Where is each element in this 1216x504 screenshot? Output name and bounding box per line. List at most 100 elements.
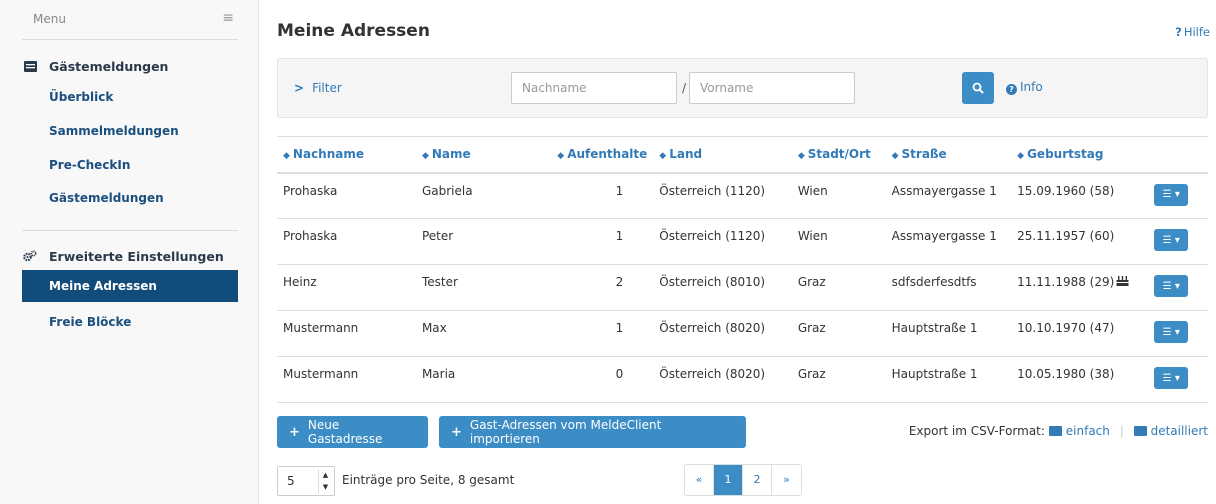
help-label: Hilfe bbox=[1183, 25, 1210, 39]
cell-actions: ☰ ▾ bbox=[1148, 172, 1208, 219]
pagination-page-1[interactable]: 1 bbox=[714, 465, 743, 495]
plus-icon: + bbox=[289, 424, 300, 440]
export-label: Export im CSV-Format: bbox=[908, 424, 1045, 438]
csv-export: Export im CSV-Format: einfach | detailli… bbox=[909, 424, 1208, 438]
sidebar-item-sammelmeldungen[interactable]: Sammelmeldungen bbox=[22, 115, 238, 147]
addresses-table: ◆ Nachname ◆ Name ◆ Aufenthalte ◆ Land ◆ Stad… bbox=[277, 136, 1208, 403]
cell-geburtstag: 10.05.1980 (38) bbox=[1011, 356, 1149, 403]
plus-icon: + bbox=[451, 424, 462, 440]
sidebar-item-pre-checkin[interactable]: Pre-CheckIn bbox=[22, 149, 238, 181]
sidebar-divider bbox=[22, 230, 238, 231]
cell-stadt: Graz bbox=[791, 264, 886, 311]
sidebar-item-meine-adressen[interactable]: Meine Adressen bbox=[22, 270, 238, 302]
column-header-actions bbox=[1148, 136, 1208, 174]
cell-geburtstag: 11.11.1988 (29) bbox=[1011, 264, 1149, 311]
cell-aufenthalte: 2 bbox=[551, 264, 654, 311]
cell-land: Österreich (8010) bbox=[653, 264, 792, 311]
table-row: Prohaska Peter 1 Österreich (1120) Wien … bbox=[277, 218, 1208, 265]
pagination-page-2[interactable]: 2 bbox=[743, 465, 772, 495]
lastname-input[interactable] bbox=[511, 72, 677, 104]
cell-land: Österreich (8020) bbox=[653, 356, 792, 403]
import-button[interactable]: + Gast-Adressen vom MeldeClient importier… bbox=[439, 416, 746, 448]
column-header-geburtstag[interactable]: ◆ Geburtstag bbox=[1011, 136, 1149, 174]
cell-nachname: Mustermann bbox=[277, 310, 416, 357]
cell-actions: ☰ ▾ bbox=[1148, 356, 1208, 403]
sidebar-item-gaestemeldungen[interactable]: Gästemeldungen bbox=[22, 182, 238, 214]
import-label: Gast-Adressen vom MeldeClient importiere… bbox=[469, 418, 662, 446]
cell-nachname: Heinz bbox=[277, 264, 416, 311]
cell-name: Gabriela bbox=[415, 172, 552, 219]
row-menu-button[interactable]: ☰ ▾ bbox=[1154, 367, 1189, 389]
cell-nachname: Mustermann bbox=[277, 356, 416, 403]
cell-actions: ☰ ▾ bbox=[1148, 310, 1208, 357]
cell-strasse: Hauptstraße 1 bbox=[885, 310, 1012, 357]
per-page-text: Einträge pro Seite, 8 gesamt bbox=[342, 473, 515, 487]
table-row: Prohaska Gabriela 1 Österreich (1120) Wi… bbox=[277, 172, 1208, 219]
row-menu-button[interactable]: ☰ ▾ bbox=[1154, 229, 1189, 251]
new-address-button[interactable]: + Neue Gastadresse bbox=[277, 416, 428, 448]
filter-bar: > Filter / ?Info bbox=[277, 58, 1208, 118]
folder-icon bbox=[1048, 426, 1062, 436]
firstname-input[interactable] bbox=[689, 72, 855, 104]
export-detailed-link[interactable]: detailliert bbox=[1133, 424, 1208, 438]
cell-strasse: Hauptstraße 1 bbox=[885, 356, 1012, 403]
search-button[interactable] bbox=[962, 72, 994, 104]
cell-land: Österreich (8020) bbox=[653, 310, 792, 357]
menu-label: Menu bbox=[33, 12, 66, 26]
cell-geburtstag: 25.11.1957 (60) bbox=[1011, 218, 1149, 265]
export-separator: | bbox=[1119, 424, 1124, 438]
table-row: Mustermann Max 1 Österreich (8020) Graz … bbox=[277, 310, 1208, 357]
caret-down-icon[interactable]: ▼ bbox=[323, 483, 328, 491]
row-menu-button[interactable]: ☰ ▾ bbox=[1154, 275, 1189, 297]
row-menu-button[interactable]: ☰ ▾ bbox=[1154, 183, 1189, 206]
cell-stadt: Graz bbox=[791, 310, 886, 357]
per-page-value: 5 bbox=[287, 474, 295, 488]
help-link[interactable]: ? Hilfe bbox=[1175, 25, 1210, 39]
cell-strasse: Assmayergasse 1 bbox=[885, 172, 1012, 219]
cell-aufenthalte: 0 bbox=[551, 356, 654, 403]
row-menu-button[interactable]: ☰ ▾ bbox=[1154, 321, 1189, 343]
info-link[interactable]: ? Info bbox=[1006, 80, 1043, 95]
table-row: Heinz Tester 2 Österreich (8010) Graz sd… bbox=[277, 264, 1208, 311]
cell-name: Max bbox=[415, 310, 552, 357]
cogs-icon bbox=[22, 248, 38, 264]
cell-geburtstag: 10.10.1970 (47) bbox=[1011, 310, 1149, 357]
caret-up-icon[interactable]: ▲ bbox=[323, 471, 328, 479]
pagination-next[interactable]: » bbox=[772, 465, 801, 495]
stepper-arrows[interactable]: ▲ ▼ bbox=[318, 469, 332, 493]
column-header-strasse[interactable]: ◆ Straße bbox=[885, 136, 1012, 174]
filter-toggle[interactable]: > Filter bbox=[294, 81, 342, 95]
cell-strasse: Assmayergasse 1 bbox=[885, 218, 1012, 265]
chevron-right-icon: > bbox=[294, 81, 305, 95]
cell-stadt: Wien bbox=[791, 218, 886, 265]
per-page-stepper[interactable]: 5 ▲ ▼ bbox=[277, 466, 335, 496]
cell-aufenthalte: 1 bbox=[551, 310, 654, 357]
column-header-name[interactable]: ◆ Name bbox=[415, 136, 552, 174]
pagination-prev[interactable]: « bbox=[685, 465, 714, 495]
search-icon bbox=[972, 82, 984, 94]
name-separator: / bbox=[682, 81, 687, 95]
cell-nachname: Prohaska bbox=[277, 172, 416, 219]
help-icon: ? bbox=[1175, 25, 1182, 39]
column-header-land[interactable]: ◆ Land bbox=[653, 136, 792, 174]
column-header-nachname[interactable]: ◆ Nachname bbox=[277, 136, 416, 174]
section-gaestemeldungen: Gästemeldungen bbox=[22, 54, 168, 78]
column-header-stadt[interactable]: ◆ Stadt/Ort bbox=[791, 136, 886, 174]
export-simple-link[interactable]: einfach bbox=[1048, 424, 1110, 438]
cell-stadt: Graz bbox=[791, 356, 886, 403]
sidebar-item-freie-bloecke[interactable]: Freie Blöcke bbox=[22, 306, 238, 338]
cell-land: Österreich (1120) bbox=[653, 172, 792, 219]
section-erweiterte-einstellungen: Erweiterte Einstellungen bbox=[22, 244, 224, 268]
column-header-aufenthalte[interactable]: ◆ Aufenthalte bbox=[551, 136, 654, 174]
pagination: « 1 2 » bbox=[684, 464, 802, 496]
cell-nachname: Prohaska bbox=[277, 218, 416, 265]
cell-geburtstag: 15.09.1960 (58) bbox=[1011, 172, 1149, 219]
hamburger-icon[interactable]: ≡ bbox=[222, 10, 234, 26]
question-circle-icon: ? bbox=[1006, 84, 1017, 95]
sidebar-item-ueberblick[interactable]: Überblick bbox=[22, 81, 238, 113]
cell-name: Peter bbox=[415, 218, 552, 265]
cell-strasse: sdfsderfesdtfs bbox=[885, 264, 1012, 311]
cell-name: Maria bbox=[415, 356, 552, 403]
table-header-row: ◆ Nachname ◆ Name ◆ Aufenthalte ◆ Land ◆ Stad… bbox=[277, 136, 1208, 174]
cell-aufenthalte: 1 bbox=[551, 172, 654, 219]
